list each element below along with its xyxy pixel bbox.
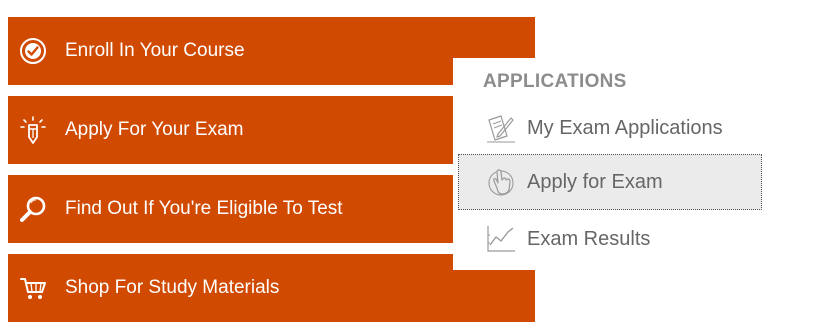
pencil-icon: [18, 115, 48, 145]
menu-item-apply-for-exam-label: Apply for Exam: [527, 170, 663, 193]
apply-exam-label: Apply For Your Exam: [65, 119, 244, 140]
applications-menu: APPLICATIONS My Exam Applications Apply …: [453, 58, 765, 270]
document-pen-icon: [484, 111, 518, 145]
menu-item-my-exam-applications-label: My Exam Applications: [527, 116, 723, 139]
magnifier-icon: [18, 194, 48, 224]
check-circle-icon: [18, 36, 48, 66]
cart-icon: [18, 273, 48, 303]
menu-item-my-exam-applications[interactable]: My Exam Applications: [458, 100, 762, 156]
applications-heading: APPLICATIONS: [483, 71, 627, 92]
line-chart-icon: [484, 222, 518, 256]
hand-pointer-icon: [484, 165, 518, 199]
menu-item-apply-for-exam[interactable]: Apply for Exam: [458, 154, 762, 210]
shop-materials-label: Shop For Study Materials: [65, 277, 280, 298]
eligibility-label: Find Out If You're Eligible To Test: [65, 198, 343, 219]
menu-item-exam-results[interactable]: Exam Results: [458, 211, 762, 267]
menu-item-exam-results-label: Exam Results: [527, 227, 651, 250]
enroll-course-label: Enroll In Your Course: [65, 40, 245, 61]
